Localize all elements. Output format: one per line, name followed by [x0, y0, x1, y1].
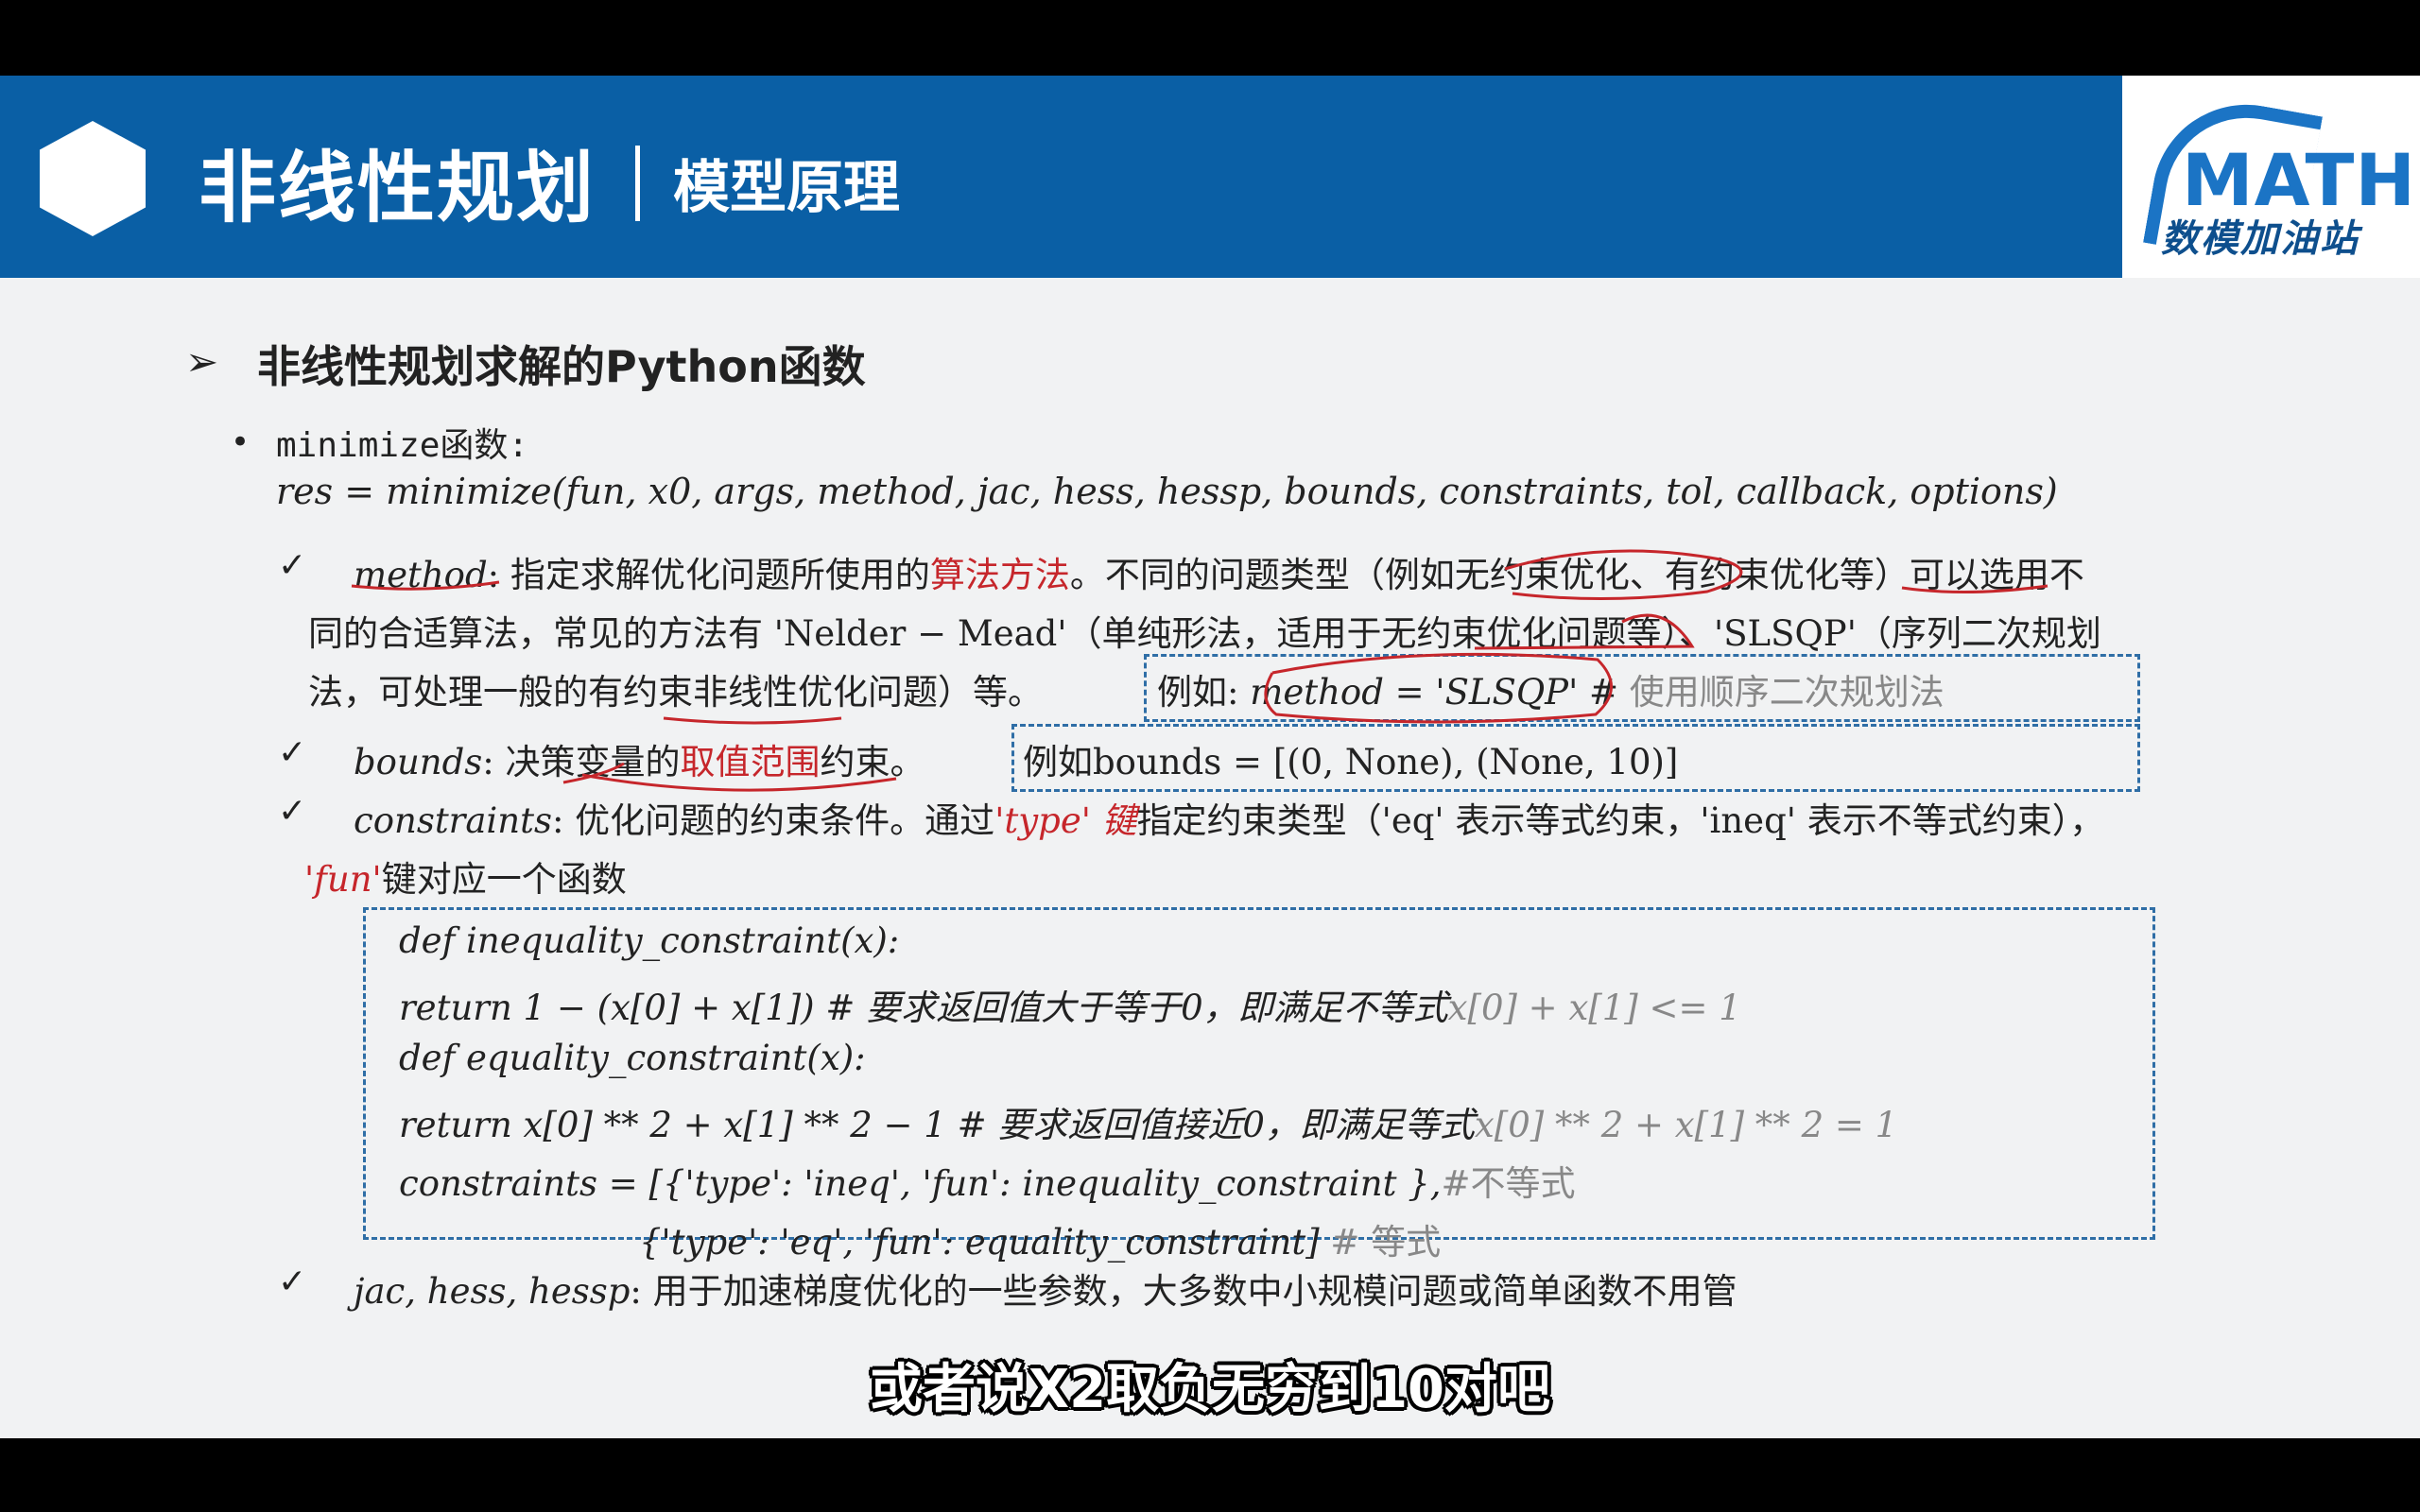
method-example-hash: # [1589, 672, 1619, 713]
constraints-desc-c: 键对应一个函数 [381, 859, 627, 900]
method-line-3: 法，可处理一般的有约束非线性优化问题）等。 [308, 672, 1043, 713]
check-icon: ✓ [278, 546, 307, 585]
code-line-2-expr: x[0] + x[1] <= 1 [1447, 988, 1741, 1028]
method-example-code: method = 'SLSQP' [1250, 672, 1579, 713]
constraints-line-2: 'fun'键对应一个函数 [304, 850, 627, 902]
code-line-1: def inequality_constraint(x): [399, 920, 900, 961]
logo-cn-text: 数模加油站 [2161, 217, 2360, 261]
method-desc-a: : 指定求解优化问题所使用的 [487, 555, 930, 595]
method-desc-b: 。不同的问题类型（例如无约束优化、有约束优化等）可以选用不 [1069, 555, 2084, 595]
code-line-5-comment: #不等式 [1441, 1163, 1576, 1204]
bounds-desc-b: 约束。 [820, 742, 925, 782]
bounds-highlight: 取值范围 [680, 742, 821, 782]
code-line-5: constraints = [{'type': 'ineq', 'fun': i… [399, 1155, 1576, 1206]
jac-line: jac, hess, hessp: 用于加速梯度优化的一些参数，大多数中小规模问… [354, 1263, 1737, 1314]
method-example-comment: 使用顺序二次规划法 [1629, 672, 1945, 713]
method-example-prefix: 例如: [1157, 672, 1239, 713]
constraints-desc-b: 指定约束类型（'eq' 表示等式约束，'ineq' 表示不等式约束）， [1136, 800, 2105, 841]
code-line-4-main: return x[0] ** 2 + x[1] ** 2 − 1 # 要求返回值… [399, 1105, 1475, 1145]
constraints-param-name: constraints [354, 800, 552, 841]
method-highlight: 算法方法 [929, 555, 1070, 595]
constraints-desc-a: : 优化问题的约束条件。通过 [551, 800, 995, 841]
jac-param-names: jac, hess, hessp [354, 1271, 631, 1312]
bounds-param-name: bounds [354, 742, 483, 782]
jac-desc: : 用于加速梯度优化的一些参数，大多数中小规模问题或简单函数不用管 [630, 1271, 1737, 1312]
bounds-example: 例如bounds = [(0, None), (None, 10)] [1023, 742, 1679, 782]
constraints-fun-key: 'fun' [304, 859, 382, 900]
header-subtitle: 模型原理 [673, 155, 900, 221]
section-title: 非线性规划求解的Python函数 [257, 341, 866, 392]
hexagon-icon [40, 121, 146, 236]
minimize-formula: res = minimize(fun, x0, args, method, ja… [276, 471, 2058, 512]
code-line-4-expr: x[0] ** 2 + x[1] ** 2 = 1 [1474, 1105, 1898, 1145]
video-caption: 或者说X2取负无穷到10对吧 [869, 1359, 1551, 1420]
constraints-line-1: constraints: 优化问题的约束条件。通过'type' 键指定约束类型（… [354, 792, 2104, 843]
minimize-label: minimize函数: [276, 426, 529, 465]
slide: 非线性规划 模型原理 MATH 数模加油站 ➢ 非线性规划求解的Python函数… [0, 76, 2420, 1438]
check-icon: ✓ [278, 733, 307, 772]
video-letterbox-top [0, 0, 2420, 76]
constraints-type-key: 'type' 键 [994, 800, 1137, 841]
method-line-2: 同的合适算法，常见的方法有 'Nelder − Mead'（单纯形法，适用于无约… [308, 613, 2101, 654]
check-icon: ✓ [278, 1263, 307, 1301]
code-line-2-main: return 1 − (x[0] + x[1]) # 要求返回值大于等于0，即满… [399, 988, 1448, 1028]
code-line-4: return x[0] ** 2 + x[1] ** 2 − 1 # 要求返回值… [399, 1096, 1897, 1147]
dot-bullet-icon: • [231, 423, 251, 461]
method-line-1: method: 指定求解优化问题所使用的算法方法。不同的问题类型（例如无约束优化… [354, 546, 2084, 597]
code-line-6: {'type': 'eq', 'fun': equality_constrain… [639, 1213, 1441, 1264]
header-bar: 非线性规划 模型原理 [0, 76, 2122, 278]
code-line-3: def equality_constraint(x): [399, 1038, 866, 1078]
code-line-6-comment: # 等式 [1330, 1222, 1442, 1263]
code-line-2: return 1 − (x[0] + x[1]) # 要求返回值大于等于0，即满… [399, 979, 1741, 1030]
arrow-bullet-icon: ➢ [185, 338, 219, 385]
video-letterbox-bottom [0, 1438, 2420, 1512]
code-line-5-main: constraints = [{'type': 'ineq', 'fun': i… [399, 1163, 1442, 1204]
header-title: 非线性规划 [199, 144, 596, 233]
bounds-desc-a: : 决策变量的 [482, 742, 681, 782]
method-example: 例如: method = 'SLSQP' # 使用顺序二次规划法 [1157, 663, 1945, 714]
header-separator [635, 146, 640, 221]
check-icon: ✓ [278, 792, 307, 831]
code-line-6-main: {'type': 'eq', 'fun': equality_constrain… [639, 1222, 1320, 1263]
method-param-name: method [354, 555, 488, 595]
bounds-line: bounds: 决策变量的取值范围约束。 [354, 733, 925, 784]
